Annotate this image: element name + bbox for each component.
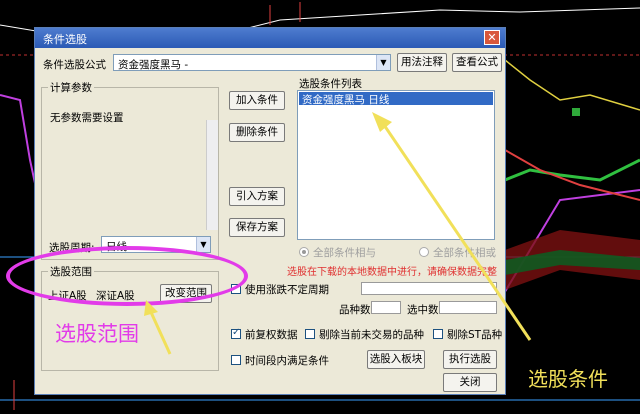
chevron-down-icon: ▼ bbox=[376, 55, 390, 70]
radio-and-label: 全部条件相与 bbox=[313, 247, 376, 259]
chevron-down-icon: ▼ bbox=[196, 237, 210, 252]
dialog-title-bar[interactable]: 条件选股 ✕ bbox=[35, 28, 505, 48]
forward-adjust-label: 前复权数据 bbox=[245, 329, 298, 341]
range-highlight-circle bbox=[6, 246, 248, 306]
formula-select-value: 资金强度黑马 - bbox=[118, 59, 189, 71]
data-warning: 选股在下载的本地数据中进行，请确保数据完整 bbox=[287, 267, 497, 278]
list-item[interactable]: 资金强度黑马 日线 bbox=[299, 92, 493, 106]
view-formula-button[interactable]: 查看公式 bbox=[452, 53, 502, 72]
unfixed-period-label: 使用涨跌不定周期 bbox=[245, 284, 329, 296]
formula-label: 条件选股公式 bbox=[43, 59, 106, 71]
save-plan-button[interactable]: 保存方案 bbox=[229, 218, 285, 237]
selected-value bbox=[439, 301, 497, 314]
params-group-label: 计算参数 bbox=[48, 80, 94, 95]
chart-green-mark bbox=[572, 108, 580, 116]
exclude-untraded-checkbox[interactable] bbox=[305, 329, 315, 339]
params-scrollbar[interactable] bbox=[206, 120, 218, 230]
exclude-untraded-label: 剔除当前未交易的品种 bbox=[319, 329, 424, 341]
radio-or[interactable] bbox=[419, 247, 429, 257]
condition-list-title: 选股条件列表 bbox=[299, 78, 362, 90]
count-label: 品种数 bbox=[339, 304, 371, 316]
condition-list[interactable]: 资金强度黑马 日线 bbox=[297, 90, 495, 240]
params-group: 计算参数 无参数需要设置 bbox=[41, 80, 219, 260]
selected-label: 选中数 bbox=[407, 304, 439, 316]
condition-annotation: 选股条件 bbox=[528, 367, 608, 391]
dialog-title: 条件选股 bbox=[43, 33, 87, 46]
count-value bbox=[371, 301, 401, 314]
usage-notes-button[interactable]: 用法注释 bbox=[397, 53, 447, 72]
range-annotation: 选股范围 bbox=[55, 322, 139, 346]
params-text: 无参数需要设置 bbox=[50, 112, 124, 124]
formula-select[interactable]: 资金强度黑马 - ▼ bbox=[113, 54, 391, 71]
unfixed-period-field[interactable] bbox=[361, 282, 497, 295]
radio-and[interactable] bbox=[299, 247, 309, 257]
delete-condition-button[interactable]: 删除条件 bbox=[229, 123, 285, 142]
time-range-label: 时间段内满足条件 bbox=[245, 355, 329, 367]
radio-or-label: 全部条件相或 bbox=[433, 247, 496, 259]
exclude-st-checkbox[interactable] bbox=[433, 329, 443, 339]
execute-button[interactable]: 执行选股 bbox=[443, 350, 497, 369]
time-range-checkbox[interactable] bbox=[231, 355, 241, 365]
add-condition-button[interactable]: 加入条件 bbox=[229, 91, 285, 110]
exclude-st-label: 剔除ST品种 bbox=[447, 329, 503, 341]
import-plan-button[interactable]: 引入方案 bbox=[229, 187, 285, 206]
to-block-button[interactable]: 选股入板块 bbox=[367, 350, 425, 369]
forward-adjust-checkbox[interactable] bbox=[231, 327, 241, 339]
close-button[interactable]: 关闭 bbox=[443, 373, 497, 392]
close-icon[interactable]: ✕ bbox=[484, 30, 500, 45]
